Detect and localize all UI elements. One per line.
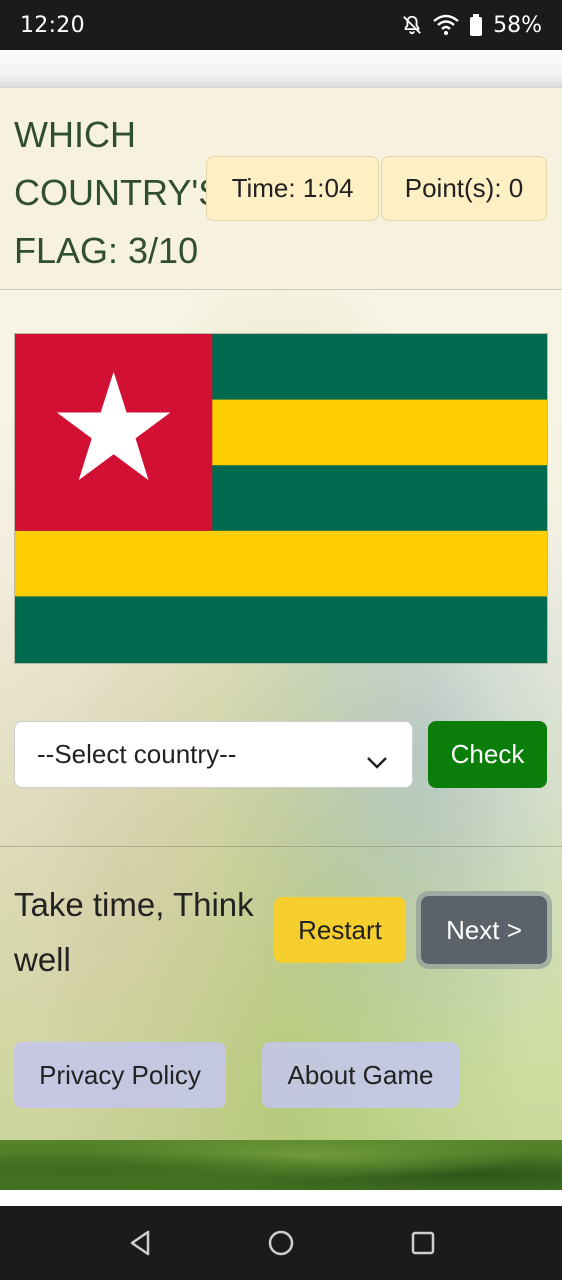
check-button[interactable]: Check	[428, 721, 547, 788]
timer-badge: Time: 1:04	[206, 156, 379, 221]
page-content: WHICH COUNTRY'S FLAG: 3/10 Time: 1:04 Po…	[0, 50, 562, 1190]
page-title: WHICH COUNTRY'S FLAG: 3/10	[14, 114, 223, 271]
points-badge: Point(s): 0	[381, 156, 547, 221]
status-time: 12:20	[20, 12, 85, 38]
flag-stripe-4	[15, 530, 547, 597]
status-icons: 58%	[401, 13, 542, 38]
chevron-down-icon	[366, 746, 388, 777]
top-shadow	[0, 50, 562, 87]
mute-bell-icon	[401, 14, 423, 36]
bottom-gap	[0, 1190, 562, 1206]
battery-icon	[469, 14, 483, 36]
navigation-bar	[0, 1206, 562, 1280]
status-bar: 12:20 58%	[0, 0, 562, 50]
battery-percent: 58%	[493, 12, 542, 38]
next-button[interactable]: Next >	[421, 896, 547, 964]
restart-button[interactable]: Restart	[274, 897, 406, 963]
back-icon[interactable]	[126, 1228, 156, 1263]
home-icon[interactable]	[266, 1228, 296, 1263]
about-game-button[interactable]: About Game	[262, 1042, 459, 1108]
recents-icon[interactable]	[408, 1228, 438, 1263]
country-select[interactable]: --Select country--	[14, 721, 413, 788]
privacy-policy-button[interactable]: Privacy Policy	[14, 1042, 226, 1108]
country-select-value: --Select country--	[37, 739, 237, 769]
quiz-header: WHICH COUNTRY'S FLAG: 3/10 Time: 1:04 Po…	[0, 87, 562, 290]
tagline: Take time, Think well	[14, 886, 254, 978]
background-image-strip	[0, 1140, 562, 1190]
wifi-icon	[433, 14, 459, 36]
divider	[0, 846, 562, 847]
flag-image	[14, 333, 548, 664]
